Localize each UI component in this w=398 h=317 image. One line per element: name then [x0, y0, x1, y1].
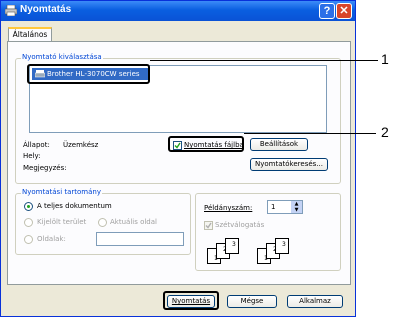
copies-input[interactable]: 1 ▲ ▼ [267, 200, 303, 214]
comment-label: Megjegyzés: [23, 164, 67, 172]
cancel-button[interactable]: Mégse [227, 295, 277, 308]
find-printer-button[interactable]: Nyomtatókeresés... [250, 158, 328, 171]
callout-box-printer [27, 64, 150, 84]
status-label: Állapot: [23, 141, 50, 149]
spin-down-icon: ▼ [294, 207, 299, 213]
printer-select-label: Nyomtató kiválasztása [21, 53, 103, 61]
page-range-label: Nyomtatási tartomány [21, 188, 102, 196]
callout-number-1: 1 [381, 51, 389, 67]
status-value: Üzemkész [63, 141, 99, 149]
collate-checkbox[interactable] [204, 221, 213, 230]
checkmark-icon [205, 222, 212, 229]
collate-illustration-2: 1 2 3 [257, 238, 297, 264]
collate-illustration: 1 2 3 [207, 238, 247, 264]
radio-all[interactable] [24, 202, 33, 211]
apply-button[interactable]: Alkalmaz [287, 295, 343, 308]
pages-input[interactable] [96, 232, 184, 246]
callout-line-2 [244, 133, 376, 134]
radio-pages-label[interactable]: Oldalak: [37, 235, 66, 243]
help-button[interactable]: ? [319, 3, 335, 19]
copies-value: 1 [271, 203, 276, 211]
radio-all-label[interactable]: A teljes dokumentum [37, 202, 112, 210]
radio-current[interactable] [98, 218, 107, 227]
callout-box-print [163, 291, 219, 310]
tab-general[interactable]: Általános [8, 27, 52, 42]
settings-button[interactable]: Beállítások [250, 138, 308, 151]
radio-selection[interactable] [24, 218, 33, 227]
copies-spinner[interactable]: ▲ ▼ [291, 201, 302, 213]
help-icon: ? [323, 5, 331, 17]
radio-selection-label[interactable]: Kijelölt terület [37, 218, 86, 226]
printer-icon [5, 5, 17, 16]
location-label: Hely: [23, 152, 41, 160]
print-dialog: Nyomtatás ? ✕ Általános Nyomtató kiválas… [0, 0, 356, 317]
callout-number-2: 2 [381, 124, 389, 140]
title-bar[interactable]: Nyomtatás ? ✕ [1, 1, 355, 21]
callout-line-1 [150, 60, 378, 61]
radio-current-label[interactable]: Aktuális oldal [110, 218, 157, 226]
close-icon: ✕ [339, 5, 349, 17]
close-button[interactable]: ✕ [336, 3, 352, 19]
window-title: Nyomtatás [20, 4, 72, 15]
copies-label: Példányszám: [204, 204, 253, 212]
radio-pages[interactable] [24, 235, 33, 244]
collate-label[interactable]: Szétválogatás [215, 221, 264, 229]
callout-box-file [168, 136, 244, 152]
